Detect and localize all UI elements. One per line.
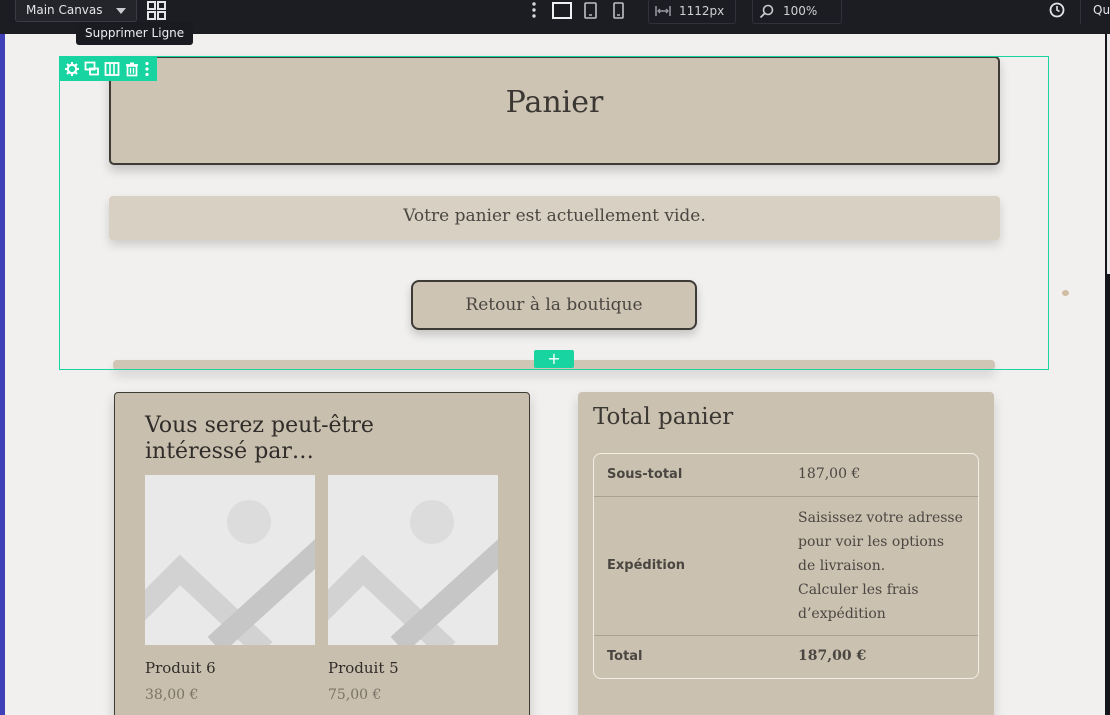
shipping-label: Expédition xyxy=(607,558,686,573)
total-label: Total xyxy=(607,649,643,664)
columns-icon[interactable] xyxy=(104,61,120,77)
tooltip: Supprimer Ligne xyxy=(76,22,194,45)
cart-totals-table: Sous-total 187,00 € Expédition Saisissez… xyxy=(593,453,979,679)
table-row-total: Total 187,00 € xyxy=(594,636,978,679)
mobile-view-icon[interactable] xyxy=(613,2,624,19)
canvas-width-value: 1112px xyxy=(679,4,725,18)
total-value: 187,00 € xyxy=(798,648,867,664)
product-card[interactable]: Produit 5 75,00 € xyxy=(328,475,498,703)
duplicate-icon[interactable] xyxy=(84,61,100,77)
desktop-view-icon[interactable] xyxy=(552,2,572,19)
product-price: 75,00 € xyxy=(328,687,382,703)
shipping-info: Saisissez votre adresse pour voir les op… xyxy=(798,506,963,626)
history-clock-icon[interactable] xyxy=(1049,2,1065,18)
cart-totals-card: Total panier Sous-total 187,00 € Expédit… xyxy=(578,392,994,715)
table-row-subtotal: Sous-total 187,00 € xyxy=(594,454,978,497)
more-options-icon[interactable] xyxy=(531,2,537,18)
product-card[interactable]: Produit 6 38,00 € xyxy=(145,475,315,703)
canvas-width-field[interactable]: 1112px xyxy=(648,0,736,24)
width-arrows-icon xyxy=(655,6,671,16)
canvas-select[interactable]: Main Canvas xyxy=(15,0,137,22)
product-price: 38,00 € xyxy=(145,687,199,703)
row-more-icon[interactable] xyxy=(144,61,150,77)
right-menu-label: Qui xyxy=(1093,3,1110,17)
product-name[interactable]: Produit 5 xyxy=(328,659,498,677)
shipping-text-line: de livraison. xyxy=(798,558,886,574)
tablet-view-icon[interactable] xyxy=(584,2,597,19)
calculate-shipping-link-line[interactable]: Calculer les frais xyxy=(798,578,963,602)
settings-gear-icon[interactable] xyxy=(64,61,80,77)
subtotal-value: 187,00 € xyxy=(798,466,861,482)
zoom-field[interactable]: 100% xyxy=(752,0,842,24)
canvas-select-label: Main Canvas xyxy=(26,3,103,17)
paper-speck xyxy=(1062,290,1069,296)
cart-totals-heading: Total panier xyxy=(593,404,734,430)
row-toolbar xyxy=(59,56,157,81)
chevron-down-icon xyxy=(116,8,126,14)
right-menu[interactable]: Qui xyxy=(1080,0,1110,24)
shipping-text-line: pour voir les options xyxy=(798,534,945,550)
zoom-icon xyxy=(759,4,774,19)
product-placeholder-image[interactable] xyxy=(145,475,315,645)
selected-row-outline xyxy=(59,56,1049,370)
cross-sells-heading: Vous serez peut-être intéressé par… xyxy=(145,413,374,464)
add-row-button[interactable]: + xyxy=(534,350,574,368)
subtotal-label: Sous-total xyxy=(607,467,683,482)
product-name[interactable]: Produit 6 xyxy=(145,659,315,677)
calculate-shipping-link[interactable]: Calculer les frais d’expédition xyxy=(798,578,963,626)
cross-sells-card: Vous serez peut-être intéressé par… Prod… xyxy=(114,392,530,715)
zoom-value: 100% xyxy=(783,4,818,18)
product-placeholder-image[interactable] xyxy=(328,475,498,645)
structure-grid-icon[interactable] xyxy=(147,1,166,20)
trash-icon[interactable] xyxy=(124,61,140,77)
calculate-shipping-link-line[interactable]: d’expédition xyxy=(798,602,963,626)
table-row-shipping: Expédition Saisissez votre adresse pour … xyxy=(594,497,978,636)
page-canvas: Panier Votre panier est actuellement vid… xyxy=(5,34,1105,715)
shipping-text-line: Saisissez votre adresse xyxy=(798,510,963,526)
